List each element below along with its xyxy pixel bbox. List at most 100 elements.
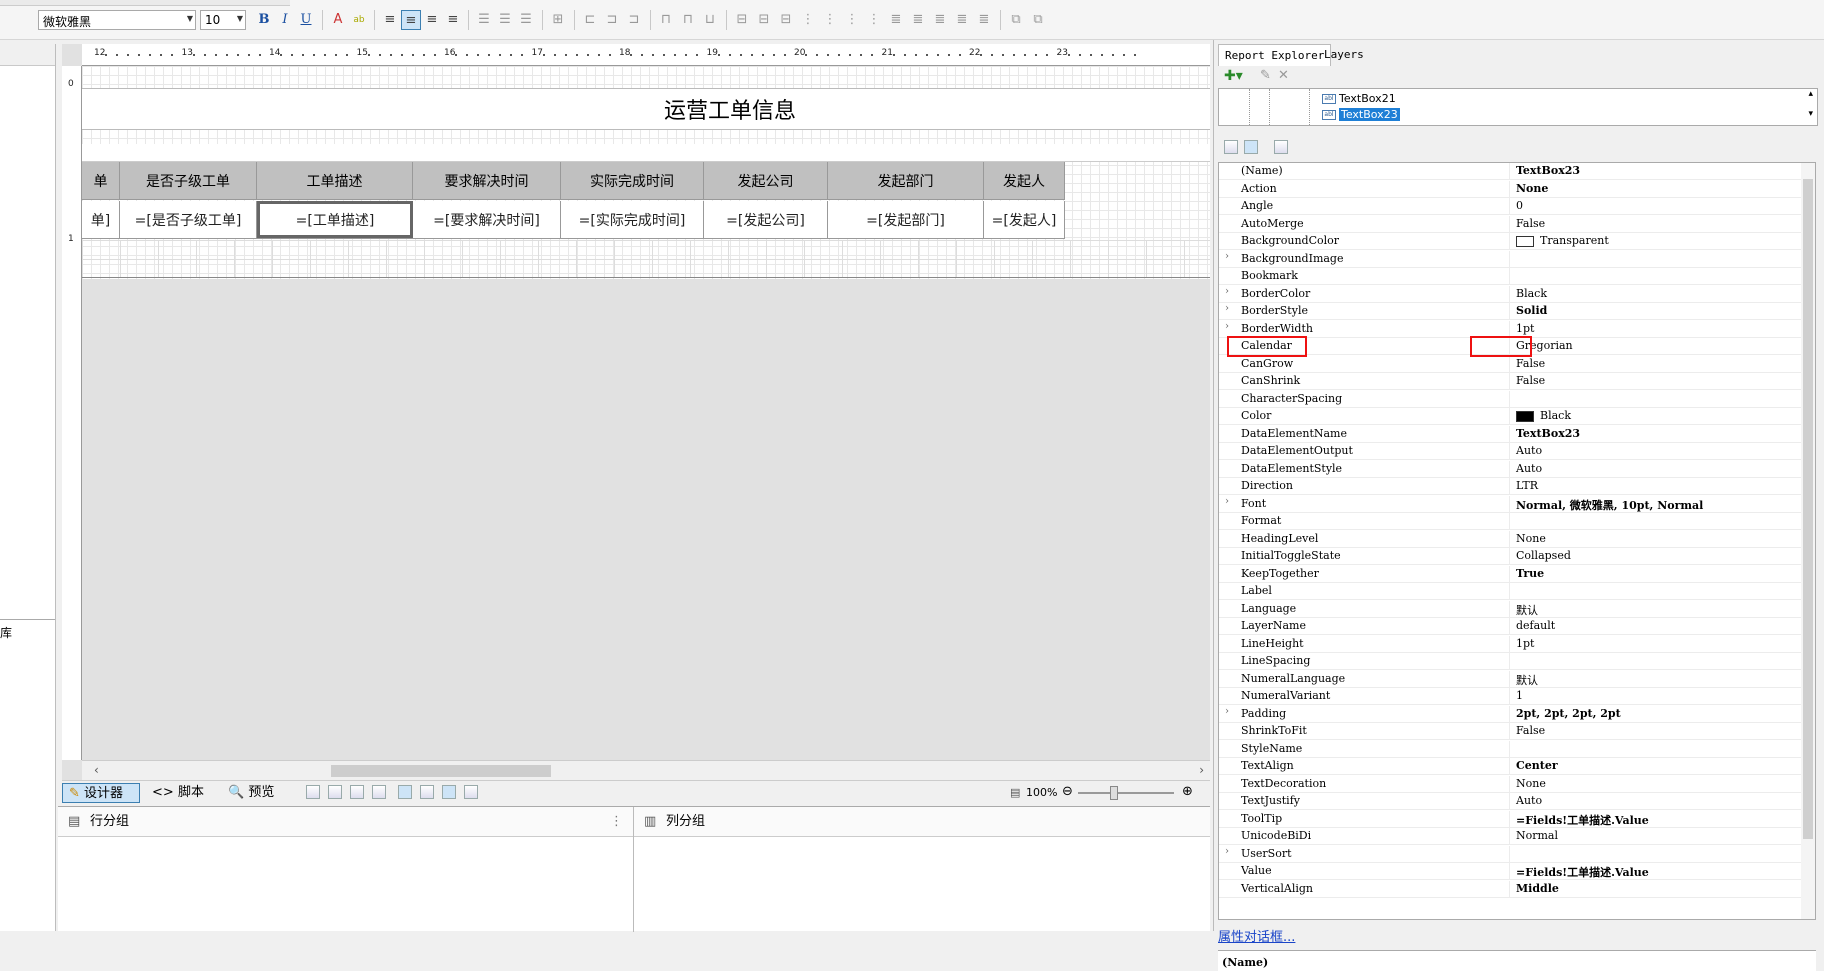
font-size-combo[interactable]: 10 ▼ xyxy=(200,10,246,30)
property-row[interactable]: › Padding 2pt, 2pt, 2pt, 2pt xyxy=(1219,705,1803,723)
property-row[interactable]: Language 默认 xyxy=(1219,600,1803,618)
property-value[interactable]: False xyxy=(1516,374,1545,387)
property-value[interactable]: None xyxy=(1516,182,1548,195)
same-height-icon[interactable]: ⊟ xyxy=(754,10,774,30)
expand-icon[interactable]: › xyxy=(1225,321,1229,332)
property-value[interactable]: None xyxy=(1516,777,1546,790)
h-spacing-inc-icon[interactable]: ⋮ xyxy=(820,10,840,30)
tree-node-textbox21[interactable]: abl TextBox21 xyxy=(1322,91,1396,107)
expand-icon[interactable]: › xyxy=(1225,846,1229,857)
property-row[interactable]: AutoMerge False xyxy=(1219,215,1803,233)
property-row[interactable]: LineSpacing xyxy=(1219,653,1803,670)
bullet-list-icon[interactable]: ☰ xyxy=(474,10,494,30)
detail-cell[interactable]: =[发起公司] xyxy=(704,201,828,238)
align-justify-icon[interactable]: ≡ xyxy=(443,10,463,30)
property-value[interactable]: Black xyxy=(1516,409,1571,422)
delete-icon[interactable]: ✕ xyxy=(1278,68,1289,83)
zoom-slider-thumb[interactable] xyxy=(1110,786,1118,800)
property-value[interactable]: TextBox23 xyxy=(1516,427,1580,440)
bold-button[interactable]: B xyxy=(254,10,274,30)
property-value[interactable]: 2pt, 2pt, 2pt, 2pt xyxy=(1516,707,1621,720)
table-footer-row[interactable] xyxy=(82,240,1210,278)
property-row[interactable]: ToolTip =Fields!工单描述.Value xyxy=(1219,810,1803,828)
align-right-icon[interactable]: ≡ xyxy=(422,10,442,30)
zoom-slider-track[interactable] xyxy=(1078,792,1174,794)
v-spacing-icon[interactable]: ≣ xyxy=(974,10,994,30)
property-row[interactable]: CanShrink False xyxy=(1219,373,1803,390)
grid-dots-icon[interactable] xyxy=(350,785,364,799)
property-pages-icon[interactable] xyxy=(1274,140,1288,154)
tab-designer[interactable]: ✎ 设计器 xyxy=(62,783,140,803)
property-value[interactable]: 默认 xyxy=(1516,672,1538,688)
property-row[interactable]: › Font Normal, 微软雅黑, 10pt, Normal xyxy=(1219,495,1803,513)
same-width-icon[interactable]: ⊟ xyxy=(732,10,752,30)
property-row[interactable]: KeepTogether True xyxy=(1219,565,1803,583)
scroll-left-icon[interactable]: ‹ xyxy=(94,763,99,777)
property-row[interactable]: ShrinkToFit False xyxy=(1219,723,1803,740)
underline-button[interactable]: U xyxy=(296,10,316,30)
property-value[interactable]: Normal, 微软雅黑, 10pt, Normal xyxy=(1516,497,1703,513)
property-row[interactable]: › BorderColor Black xyxy=(1219,285,1803,303)
tree-node-textbox23[interactable]: abl TextBox23 xyxy=(1322,107,1400,123)
same-size-icon[interactable]: ⊟ xyxy=(776,10,796,30)
property-row[interactable]: LineHeight 1pt xyxy=(1219,635,1803,653)
tab-script[interactable]: <> 脚本 xyxy=(146,783,210,803)
header-cell[interactable]: 发起公司 xyxy=(704,162,828,199)
indent-icon[interactable]: ☰ xyxy=(495,10,515,30)
detail-cell-selected[interactable]: =[工单描述] xyxy=(257,201,413,238)
align-tops-icon[interactable]: ⊓ xyxy=(656,10,676,30)
horizontal-scrollbar[interactable]: ‹ › xyxy=(82,760,1210,780)
scroll-thumb[interactable] xyxy=(331,765,551,777)
property-row[interactable]: DataElementName TextBox23 xyxy=(1219,425,1803,443)
highlight-color-icon[interactable]: ab xyxy=(349,10,369,30)
property-scrollbar[interactable] xyxy=(1801,163,1815,919)
align-rights-icon[interactable]: ⊐ xyxy=(624,10,644,30)
property-row[interactable]: Direction LTR xyxy=(1219,478,1803,495)
property-value[interactable]: 0 xyxy=(1516,199,1523,212)
property-row[interactable]: VerticalAlign Middle xyxy=(1219,880,1803,898)
v-spacing-equal-icon[interactable]: ≣ xyxy=(886,10,906,30)
column-handle-strip[interactable] xyxy=(82,144,1210,162)
italic-button[interactable]: I xyxy=(275,10,295,30)
pointer-icon[interactable] xyxy=(442,785,456,799)
hand-icon[interactable] xyxy=(464,785,478,799)
add-icon[interactable]: ✚▾ xyxy=(1224,68,1243,84)
property-row[interactable]: CanGrow False xyxy=(1219,355,1803,373)
grid-lines-icon[interactable] xyxy=(372,785,386,799)
property-value[interactable]: None xyxy=(1516,532,1546,545)
report-title-box[interactable]: 运营工单信息 xyxy=(82,88,1210,130)
property-row[interactable]: InitialToggleState Collapsed xyxy=(1219,548,1803,565)
detail-cell[interactable]: 单] xyxy=(82,201,120,238)
property-row[interactable]: › BackgroundImage xyxy=(1219,250,1803,268)
expand-icon[interactable]: › xyxy=(1225,286,1229,297)
send-back-icon[interactable]: ⧉ xyxy=(1028,10,1048,30)
property-row[interactable]: UnicodeBiDi Normal xyxy=(1219,828,1803,845)
ruler-icon[interactable] xyxy=(398,785,412,799)
expand-icon[interactable]: › xyxy=(1225,496,1229,507)
align-lefts-icon[interactable]: ⊏ xyxy=(580,10,600,30)
tab-preview[interactable]: 🔍 预览 xyxy=(222,783,280,803)
property-value[interactable]: False xyxy=(1516,357,1545,370)
tab-report-explorer[interactable]: Report Explorer xyxy=(1218,44,1332,66)
property-row[interactable]: Bookmark xyxy=(1219,268,1803,285)
header-cell[interactable]: 发起人 xyxy=(984,162,1065,199)
property-value[interactable]: 1pt xyxy=(1516,322,1534,335)
property-value[interactable]: 1 xyxy=(1516,689,1523,702)
outdent-icon[interactable]: ☰ xyxy=(516,10,536,30)
font-color-icon[interactable]: A xyxy=(328,10,348,30)
h-spacing-remove-icon[interactable]: ⋮ xyxy=(864,10,884,30)
zoom-out-icon[interactable]: ⊖ xyxy=(1062,784,1073,799)
edit-icon[interactable]: ✎ xyxy=(1260,68,1271,83)
property-value[interactable]: default xyxy=(1516,619,1555,632)
property-value[interactable]: False xyxy=(1516,724,1545,737)
property-value[interactable]: 默认 xyxy=(1516,602,1538,618)
h-spacing-dec-icon[interactable]: ⋮ xyxy=(842,10,862,30)
expand-icon[interactable]: › xyxy=(1225,706,1229,717)
v-spacing-inc-icon[interactable]: ≣ xyxy=(908,10,928,30)
bring-front-icon[interactable]: ⧉ xyxy=(1006,10,1026,30)
property-value[interactable]: Auto xyxy=(1516,444,1542,457)
detail-cell[interactable]: =[实际完成时间] xyxy=(561,201,704,238)
property-value[interactable]: Solid xyxy=(1516,304,1547,317)
align-center-icon[interactable]: ≡ xyxy=(401,10,421,30)
property-row[interactable]: Color Black xyxy=(1219,408,1803,425)
